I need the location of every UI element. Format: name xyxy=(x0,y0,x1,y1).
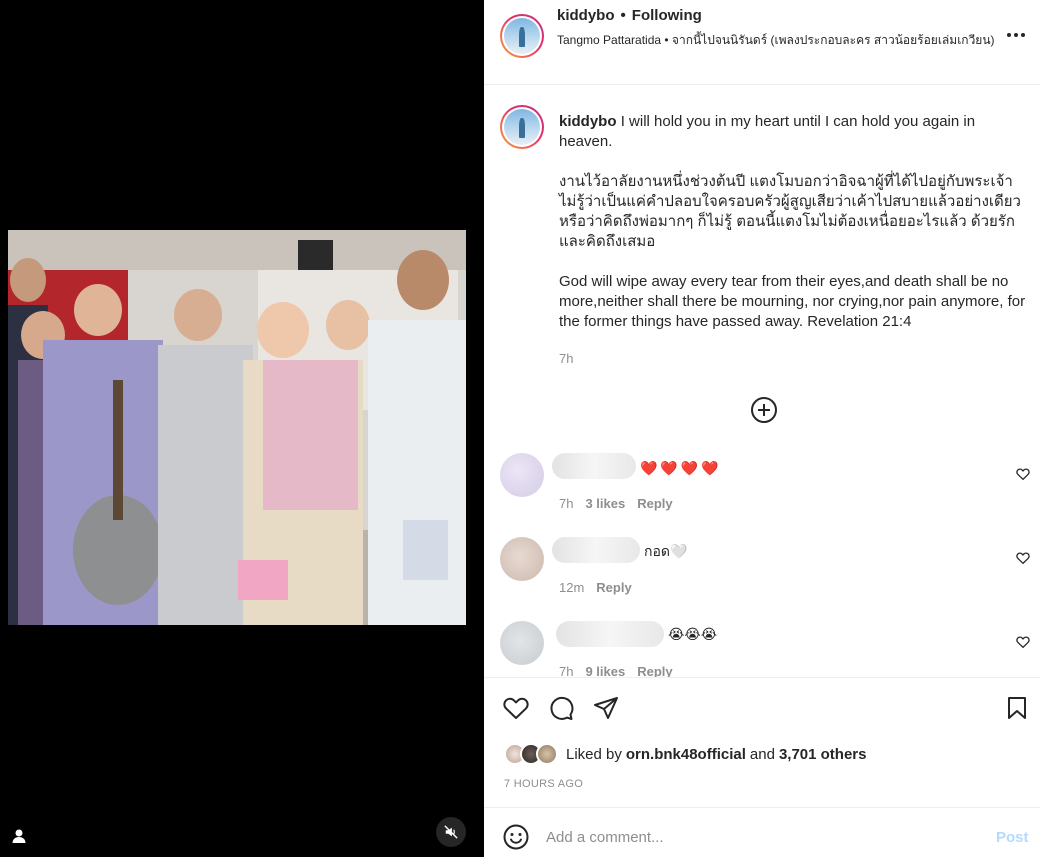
caption-username[interactable]: kiddybo xyxy=(559,113,617,130)
group-photo-image xyxy=(8,230,466,625)
comment-time: 7h xyxy=(559,496,574,511)
audio-track-link[interactable]: Tangmo Pattaratida • จากนี้ไปจนนิรันดร์ … xyxy=(557,31,997,49)
speaker-muted-icon xyxy=(444,825,458,839)
comment-input[interactable] xyxy=(546,822,976,852)
comment-meta: 12m Reply xyxy=(559,580,644,595)
comment-avatar[interactable] xyxy=(500,537,544,581)
comment-avatar[interactable] xyxy=(500,453,544,497)
tagged-user-icon[interactable] xyxy=(11,828,27,844)
caption-line-2: งานไว้อาลัยงานหนึ่งช่วงต้นปี แตงโมบอกว่า… xyxy=(559,173,1021,250)
liked-by-user[interactable]: orn.bnk48official xyxy=(626,746,746,763)
comment-likes[interactable]: 9 likes xyxy=(585,664,625,677)
comment-username-blurred[interactable] xyxy=(556,621,664,647)
reply-button[interactable]: Reply xyxy=(637,664,672,677)
post-caption: kiddybo I will hold you in my heart unti… xyxy=(559,112,1029,352)
comment-button[interactable] xyxy=(547,694,575,722)
comment-item: กอด🤍 12m Reply xyxy=(484,535,1040,615)
liked-by-and: and xyxy=(749,745,775,763)
liked-by-prefix: Liked by xyxy=(566,745,622,763)
liker-avatars[interactable] xyxy=(504,743,558,765)
comment-item: ❤️❤️❤️❤️ 7h 3 likes Reply xyxy=(484,451,1040,531)
comment-time: 7h xyxy=(559,664,574,677)
comment-item: 😭😭😭 7h 9 likes Reply xyxy=(484,619,1040,677)
caption-line-3: God will wipe away every tear from their… xyxy=(559,273,1026,330)
comment-text: ❤️❤️❤️❤️ xyxy=(640,460,722,476)
add-comment-bar: Post xyxy=(484,807,1040,857)
caption-avatar[interactable] xyxy=(500,105,544,149)
post-side-panel: kiddybo • Following Tangmo Pattaratida • จ… xyxy=(484,0,1040,857)
mute-button[interactable] xyxy=(436,817,466,847)
reply-button[interactable]: Reply xyxy=(596,580,631,595)
comment-likes[interactable]: 3 likes xyxy=(585,496,625,511)
reply-button[interactable]: Reply xyxy=(637,496,672,511)
comment-meta: 7h 9 likes Reply xyxy=(559,664,685,677)
load-more-comments-button[interactable] xyxy=(750,396,778,424)
caption-time: 7h xyxy=(559,351,574,366)
heart-outline-icon xyxy=(1016,552,1030,565)
share-button[interactable] xyxy=(592,694,620,722)
post-timestamp[interactable]: 7 HOURS AGO xyxy=(504,778,583,790)
caption-line-1: I will hold you in my heart until I can … xyxy=(559,113,976,150)
separator-dot: • xyxy=(620,7,626,24)
post-username[interactable]: kiddybo xyxy=(557,7,615,24)
comment-text: 😭😭😭 xyxy=(668,626,718,642)
emoji-button[interactable] xyxy=(503,824,529,850)
comment-like-button[interactable] xyxy=(1016,551,1030,565)
comment-text: กอด🤍 xyxy=(644,543,688,559)
more-options-button[interactable] xyxy=(1004,25,1028,45)
bookmark-icon xyxy=(1008,697,1026,719)
paper-plane-icon xyxy=(594,697,618,719)
following-button[interactable]: Following xyxy=(632,7,702,24)
post-header: kiddybo • Following Tangmo Pattaratida • จ… xyxy=(484,0,1040,85)
comment-like-button[interactable] xyxy=(1016,635,1030,649)
more-horizontal-icon xyxy=(1007,33,1025,37)
heart-outline-icon xyxy=(1016,468,1030,481)
comment-like-button[interactable] xyxy=(1016,467,1030,481)
comments-scroll-area[interactable]: kiddybo I will hold you in my heart unti… xyxy=(484,86,1040,677)
heart-outline-icon xyxy=(1016,636,1030,649)
plus-circle-icon xyxy=(751,397,777,423)
comment-meta: 7h 3 likes Reply xyxy=(559,496,685,511)
like-button[interactable] xyxy=(502,694,530,722)
post-actions: Liked by orn.bnk48official and 3,701 oth… xyxy=(484,677,1040,807)
comment-avatar[interactable] xyxy=(500,621,544,665)
liked-by-summary: Liked by orn.bnk48official and 3,701 oth… xyxy=(504,741,870,767)
avatar xyxy=(536,743,558,765)
liked-by-others[interactable]: 3,701 others xyxy=(779,746,867,763)
comment-username-blurred[interactable] xyxy=(552,537,640,563)
post-photo[interactable] xyxy=(8,230,466,625)
smiley-icon xyxy=(503,824,529,850)
avatar[interactable] xyxy=(500,14,544,58)
post-comment-button[interactable]: Post xyxy=(996,829,1029,846)
media-panel xyxy=(0,0,484,857)
comment-time: 12m xyxy=(559,580,585,595)
comment-username-blurred[interactable] xyxy=(552,453,636,479)
heart-icon xyxy=(503,697,529,719)
speech-bubble-icon xyxy=(550,696,574,720)
save-button[interactable] xyxy=(1003,694,1031,722)
